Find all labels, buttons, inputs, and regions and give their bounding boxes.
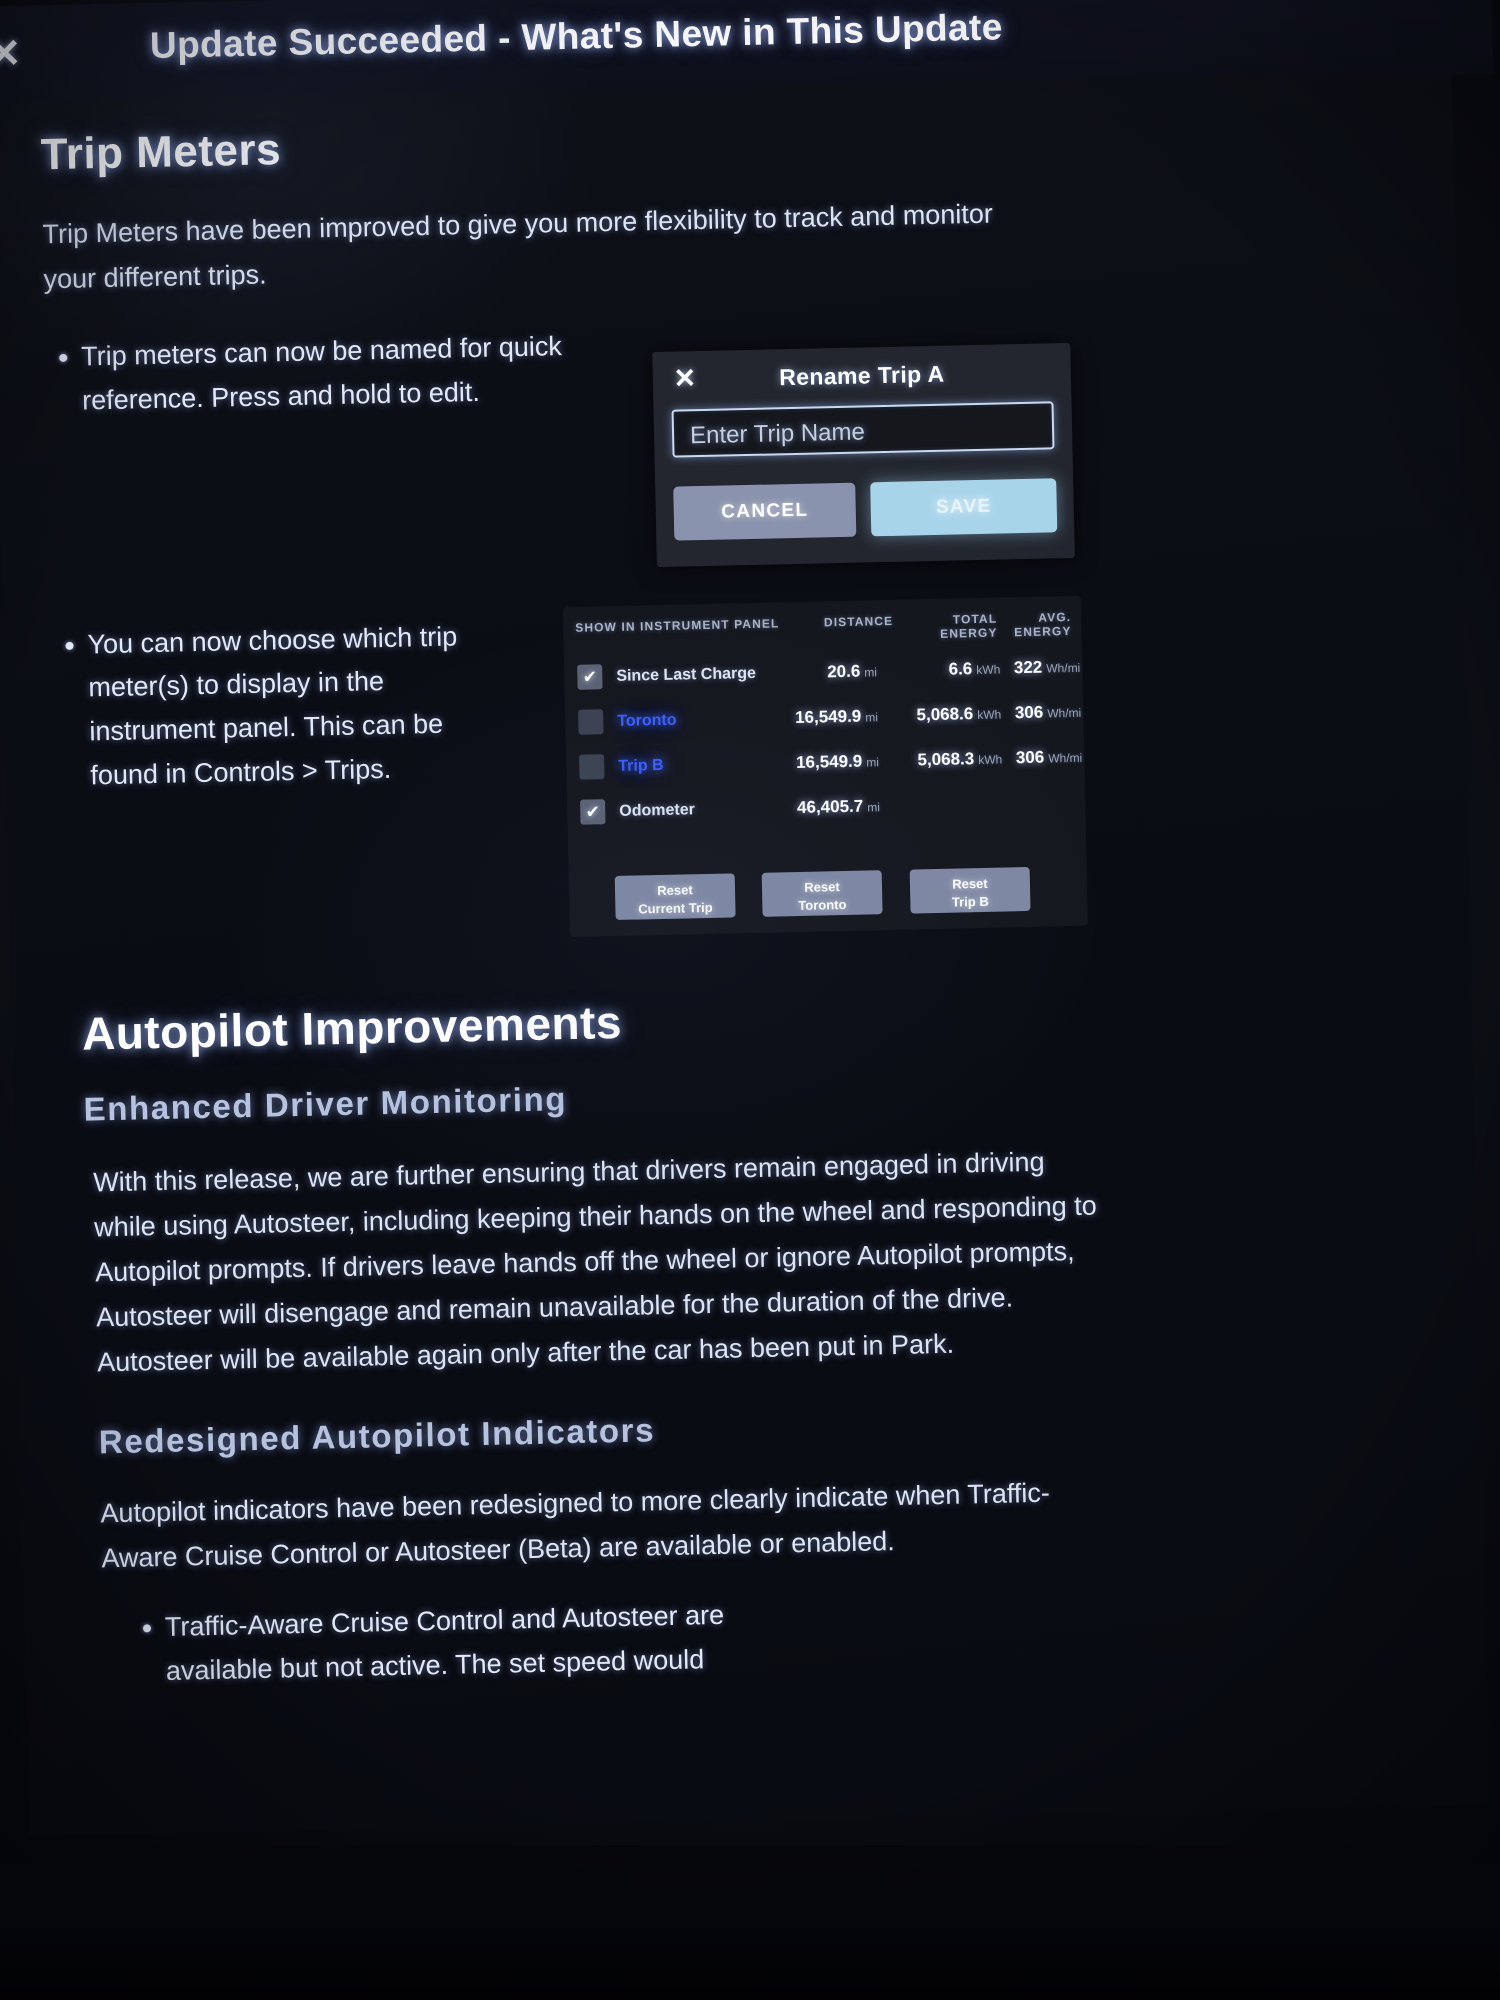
avg-energy-value: 306 [1014, 702, 1044, 723]
reset-current-trip-button[interactable]: Reset Current Trip [614, 873, 736, 920]
trip-meters-intro: Trip Meters have been improved to give y… [42, 198, 994, 295]
checkbox-show-in-panel[interactable] [579, 754, 605, 780]
column-header-avg-energy: AVG. ENERGY [1014, 609, 1072, 640]
subsection-heading-enhanced-driver-monitoring: Enhanced Driver Monitoring [83, 1079, 568, 1128]
reset-button-line2: Toronto [798, 896, 847, 913]
list-item: Trip meters can now be named for quick r… [81, 325, 583, 423]
save-button[interactable]: SAVE [870, 478, 1058, 537]
total-energy-value: 6.6 [948, 659, 973, 679]
section-heading-trip-meters: Trip Meters [40, 125, 282, 180]
trip-name-placeholder: Enter Trip Name [689, 418, 866, 450]
reset-trip-b-button[interactable]: Reset Trip B [909, 866, 1031, 914]
rename-dialog-header: ✕ Rename Trip A [652, 343, 1071, 408]
list-item: Traffic-Aware Cruise Control and Autoste… [165, 1594, 737, 1694]
trips-table-panel: SHOW IN INSTRUMENT PANEL DISTANCE TOTAL … [562, 595, 1088, 937]
checkbox-show-in-panel[interactable] [580, 799, 606, 825]
list-item: You can now choose which trip meter(s) t… [87, 614, 486, 798]
rename-dialog-title: Rename Trip A [778, 360, 945, 391]
checkbox-show-in-panel[interactable] [577, 664, 603, 690]
column-header-distance: DISTANCE [823, 613, 894, 630]
reset-toronto-button[interactable]: Reset Toronto [761, 870, 883, 917]
cancel-button[interactable]: CANCEL [673, 482, 857, 541]
section-heading-autopilot-improvements: Autopilot Improvements [81, 995, 623, 1060]
trip-name-label: Odometer [619, 801, 696, 820]
reset-button-line2: Trip B [951, 893, 989, 910]
avg-energy-unit: Wh/mi [1046, 660, 1081, 676]
tesla-touchscreen: ✕ Update Succeeded - What's New in This … [0, 0, 1500, 2000]
rename-trip-dialog: ✕ Rename Trip A Enter Trip Name CANCEL S… [652, 342, 1075, 568]
distance-value: 16,549.9 [795, 751, 863, 773]
release-notes-panel: Trip Meters Trip Meters have been improv… [0, 69, 1490, 1836]
trip-name-input[interactable]: Enter Trip Name [671, 401, 1055, 458]
subsection-heading-redesigned-autopilot-indicators: Redesigned Autopilot Indicators [98, 1411, 656, 1461]
reset-button-group: Reset Current Trip Reset Toronto Reset T… [569, 866, 1088, 923]
avg-energy-unit: Wh/mi [1047, 705, 1082, 721]
avg-energy-value: 306 [1015, 747, 1045, 768]
column-header-total-energy: TOTAL ENERGY [940, 611, 998, 641]
avg-energy-value: 322 [1013, 657, 1043, 678]
autopilot-indicators-bullet-list: Traffic-Aware Cruise Control and Autoste… [129, 1578, 1435, 1694]
bullet-text: You can now choose which trip meter(s) t… [87, 621, 458, 791]
enhanced-driver-monitoring-body: With this release, we are further ensuri… [92, 1146, 1098, 1378]
total-energy-value: 5,068.3 [917, 749, 975, 770]
bullet-text: Traffic-Aware Cruise Control and Autoste… [164, 1599, 725, 1686]
avg-energy-unit: Wh/mi [1048, 750, 1083, 766]
checkbox-show-in-panel[interactable] [578, 709, 604, 735]
page-title: Update Succeeded - What's New in This Up… [149, 6, 1004, 66]
trip-name-label: Since Last Charge [616, 664, 757, 685]
distance-value: 20.6 [826, 661, 861, 682]
distance-value: 16,549.9 [794, 706, 862, 728]
distance-value: 46,405.7 [796, 796, 864, 818]
distance-unit: mi [867, 800, 881, 815]
bullet-text: Trip meters can now be named for quick r… [80, 331, 563, 416]
total-energy-value: 5,068.6 [916, 704, 974, 725]
trip-name-label[interactable]: Trip B [618, 757, 664, 776]
redesigned-autopilot-indicators-body: Autopilot indicators have been redesigne… [100, 1477, 1051, 1574]
reset-button-line2: Current Trip [638, 899, 713, 917]
column-header-show-in-instrument-panel: SHOW IN INSTRUMENT PANEL [575, 616, 780, 635]
trip-name-label[interactable]: Toronto [617, 712, 677, 731]
